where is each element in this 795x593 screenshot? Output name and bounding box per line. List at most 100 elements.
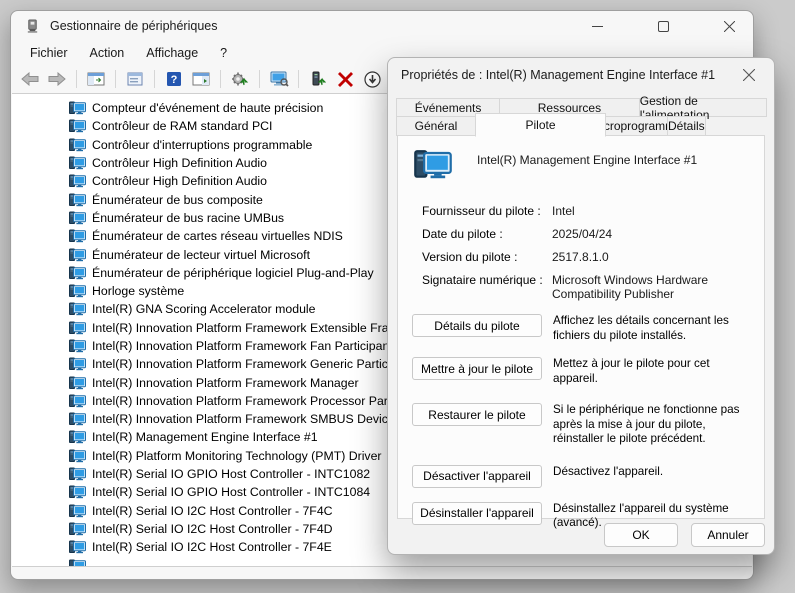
menu-affichage[interactable]: Affichage (135, 43, 209, 63)
menu-help[interactable]: ? (209, 43, 238, 63)
action-description: Désinstallez l'appareil du système (avan… (553, 502, 750, 531)
dialog-tab[interactable]: Pilote (475, 113, 606, 137)
driver-actions: Détails du pilote Affichez les détails c… (412, 314, 750, 531)
action-row: Restaurer le pilote Si le périphérique n… (412, 403, 750, 447)
properties-icon[interactable] (124, 68, 146, 90)
scan-hardware-changes-icon[interactable] (229, 68, 251, 90)
tree-item-label: Contrôleur de RAM standard PCI (92, 119, 272, 133)
tree-item-label: Intel(R) Innovation Platform Framework P… (92, 394, 394, 408)
properties-dialog: Propriétés de : Intel(R) Management Engi… (387, 57, 775, 555)
menu-action[interactable]: Action (79, 43, 136, 63)
device-icon (414, 149, 452, 180)
titlebar: Gestionnaire de périphériques (11, 11, 753, 41)
system-device-icon (69, 357, 86, 371)
system-device-icon (69, 449, 86, 463)
device-name: Intel(R) Management Engine Interface #1 (477, 153, 697, 167)
action-row: Mettre à jour le pilote Mettez à jour le… (412, 357, 750, 386)
uninstall-device-icon[interactable] (334, 68, 356, 90)
action-button[interactable]: Mettre à jour le pilote (412, 357, 542, 380)
system-device-icon (69, 174, 86, 188)
system-device-icon (69, 193, 86, 207)
tab-strip: ÉvénementsRessourcesGestion de l'aliment… (396, 98, 766, 137)
system-device-icon (69, 412, 86, 426)
tree-item-partial[interactable] (12, 556, 752, 567)
toolbar-separator (154, 70, 155, 88)
field-value: Intel (552, 204, 750, 218)
menu-fichier[interactable]: Fichier (19, 43, 79, 63)
tree-item-label: Intel(R) GNA Scoring Accelerator module (92, 302, 316, 316)
system-device-icon (69, 376, 86, 390)
device-header: Intel(R) Management Engine Interface #1 (412, 149, 750, 180)
toolbar-separator (115, 70, 116, 88)
forward-icon[interactable] (46, 68, 68, 90)
tree-item-label: Énumérateur de périphérique logiciel Plu… (92, 266, 374, 280)
action-button[interactable]: Détails du pilote (412, 314, 542, 337)
system-device-icon (69, 467, 86, 481)
dialog-tab[interactable]: Général (396, 116, 476, 136)
tree-item-label: Horloge système (92, 284, 184, 298)
action-row: Détails du pilote Affichez les détails c… (412, 314, 750, 343)
system-device-icon (69, 540, 86, 554)
tree-item-label: Énumérateur de bus composite (92, 193, 263, 207)
field-label: Version du pilote : (422, 250, 552, 264)
system-device-icon (69, 248, 86, 262)
tree-item-label: Intel(R) Serial IO I2C Host Controller -… (92, 522, 333, 536)
tree-item-label: Compteur d'événement de haute précision (92, 101, 323, 115)
system-device-icon (69, 339, 86, 353)
show-console-tree-icon[interactable] (85, 68, 107, 90)
tree-item-label: Intel(R) Serial IO GPIO Host Controller … (92, 485, 370, 499)
tree-item-label: Intel(R) Platform Monitoring Technology … (92, 449, 382, 463)
field-label: Signataire numérique : (422, 273, 552, 301)
dialog-tab[interactable]: Microprogramme (605, 116, 668, 136)
system-device-icon (69, 485, 86, 499)
dialog-tab[interactable]: Détails (667, 116, 706, 136)
action-row: Désinstaller l'appareil Désinstallez l'a… (412, 502, 750, 531)
system-device-icon (69, 266, 86, 280)
system-device-icon (69, 321, 86, 335)
dialog-close-icon[interactable] (736, 62, 762, 88)
back-icon[interactable] (19, 68, 41, 90)
tree-item-label: Énumérateur de bus racine UMBus (92, 211, 284, 225)
dialog-tab[interactable]: Gestion de l'alimentation (639, 98, 767, 117)
minimize-button[interactable] (583, 13, 611, 39)
tree-item-label: Intel(R) Innovation Platform Framework S… (92, 412, 395, 426)
tree-item-label: Énumérateur de lecteur virtuel Microsoft (92, 248, 310, 262)
system-device-icon (69, 394, 86, 408)
action-description: Si le périphérique ne fonctionne pas apr… (553, 403, 750, 447)
desktop: { "window": { "title": "Gestionnaire de … (0, 0, 795, 593)
dialog-titlebar: Propriétés de : Intel(R) Management Engi… (388, 58, 774, 92)
field-row: Version du pilote : 2517.8.1.0 (422, 250, 750, 264)
disable-device-icon[interactable] (361, 68, 383, 90)
toolbar-separator (220, 70, 221, 88)
field-label: Date du pilote : (422, 227, 552, 241)
system-device-icon (69, 211, 86, 225)
tree-item-label: Intel(R) Management Engine Interface #1 (92, 430, 318, 444)
system-device-icon (69, 504, 86, 518)
tree-item-label: Intel(R) Innovation Platform Framework M… (92, 376, 359, 390)
device-manager-app-icon (25, 19, 40, 34)
computers-search-icon[interactable] (268, 68, 290, 90)
tree-item-label: Intel(R) Serial IO GPIO Host Controller … (92, 467, 370, 481)
field-value: 2517.8.1.0 (552, 250, 750, 264)
action-pane-icon[interactable] (190, 68, 212, 90)
field-value: Microsoft Windows Hardware Compatibility… (552, 273, 750, 301)
action-description: Affichez les détails concernant les fich… (553, 314, 750, 343)
action-button[interactable]: Désactiver l'appareil (412, 465, 542, 488)
close-button[interactable] (715, 13, 743, 39)
tree-item-label: Intel(R) Innovation Platform Framework E… (92, 321, 399, 335)
maximize-button[interactable] (649, 13, 677, 39)
toolbar-separator (76, 70, 77, 88)
field-row: Date du pilote : 2025/04/24 (422, 227, 750, 241)
pilote-tab-page: Intel(R) Management Engine Interface #1 … (397, 135, 765, 519)
help-icon[interactable]: ? (163, 68, 185, 90)
tree-item-label: Intel(R) Serial IO I2C Host Controller -… (92, 504, 333, 518)
field-row: Fournisseur du pilote : Intel (422, 204, 750, 218)
action-button[interactable]: Désinstaller l'appareil (412, 502, 542, 525)
driver-fields: Fournisseur du pilote : Intel Date du pi… (412, 204, 750, 301)
system-device-icon (69, 119, 86, 133)
update-driver-icon[interactable] (307, 68, 329, 90)
toolbar-separator (298, 70, 299, 88)
action-button[interactable]: Restaurer le pilote (412, 403, 542, 426)
tree-item-label: Contrôleur High Definition Audio (92, 156, 267, 170)
toolbar-separator (259, 70, 260, 88)
